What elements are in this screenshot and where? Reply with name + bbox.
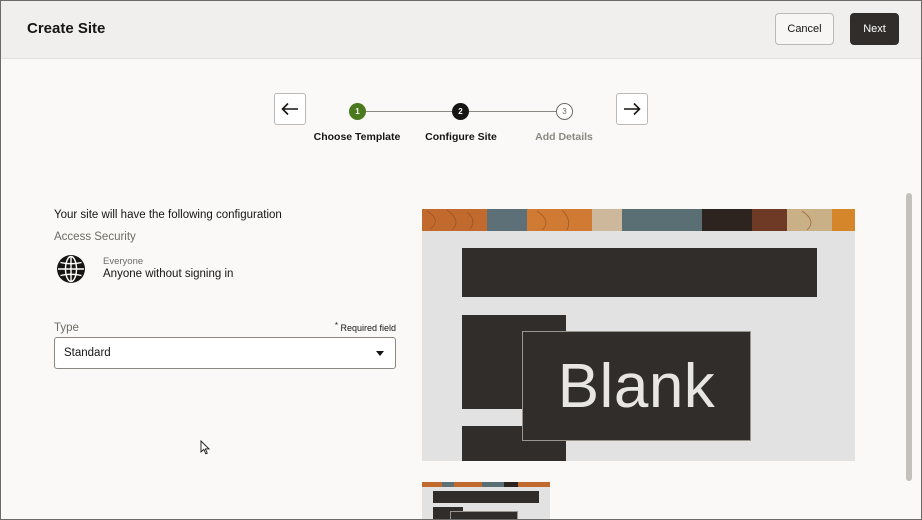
configuration-intro: Your site will have the following config…	[54, 209, 282, 221]
scrollbar-thumb[interactable]	[906, 193, 912, 481]
step-1-indicator[interactable]: 1	[349, 103, 366, 120]
thumbnail-block	[433, 491, 539, 503]
cancel-button[interactable]: Cancel	[775, 13, 834, 45]
arrow-right-icon	[624, 102, 641, 116]
mouse-cursor-icon	[200, 440, 210, 455]
access-audience-label: Everyone	[103, 256, 144, 267]
required-star: *	[334, 321, 338, 330]
template-preview: Blank	[422, 209, 855, 461]
step-connector	[366, 111, 452, 112]
globe-icon	[57, 255, 85, 283]
step-3-label: Add Details	[535, 131, 593, 143]
type-label: Type	[54, 322, 79, 334]
previous-step-button[interactable]	[274, 93, 306, 125]
blank-template-text: Blank	[557, 351, 716, 421]
next-step-button[interactable]	[616, 93, 648, 125]
step-3-indicator[interactable]: 3	[556, 103, 573, 120]
access-security-heading: Access Security	[54, 231, 136, 243]
thumbnail-block	[450, 511, 518, 520]
next-button[interactable]: Next	[850, 13, 899, 45]
template-thumbnail[interactable]	[422, 482, 550, 520]
chevron-down-icon	[376, 351, 384, 356]
page-header: Create Site Cancel Next	[0, 0, 922, 59]
arrow-left-icon	[281, 102, 298, 116]
banner-image	[422, 209, 855, 231]
step-connector	[469, 111, 556, 112]
step-1-label: Choose Template	[313, 131, 401, 143]
type-select-value: Standard	[64, 347, 111, 359]
blank-template-label: Blank	[522, 331, 751, 441]
required-text: Required field	[340, 323, 396, 333]
step-2-label: Configure Site	[425, 131, 497, 143]
required-field-note: * Required field	[335, 321, 396, 333]
page-title: Create Site	[27, 20, 106, 37]
type-select[interactable]: Standard	[54, 337, 396, 369]
access-audience-value: Anyone without signing in	[103, 268, 234, 280]
step-2-indicator[interactable]: 2	[452, 103, 469, 120]
thumbnail-banner-image	[422, 482, 550, 487]
preview-header-block	[462, 248, 817, 297]
